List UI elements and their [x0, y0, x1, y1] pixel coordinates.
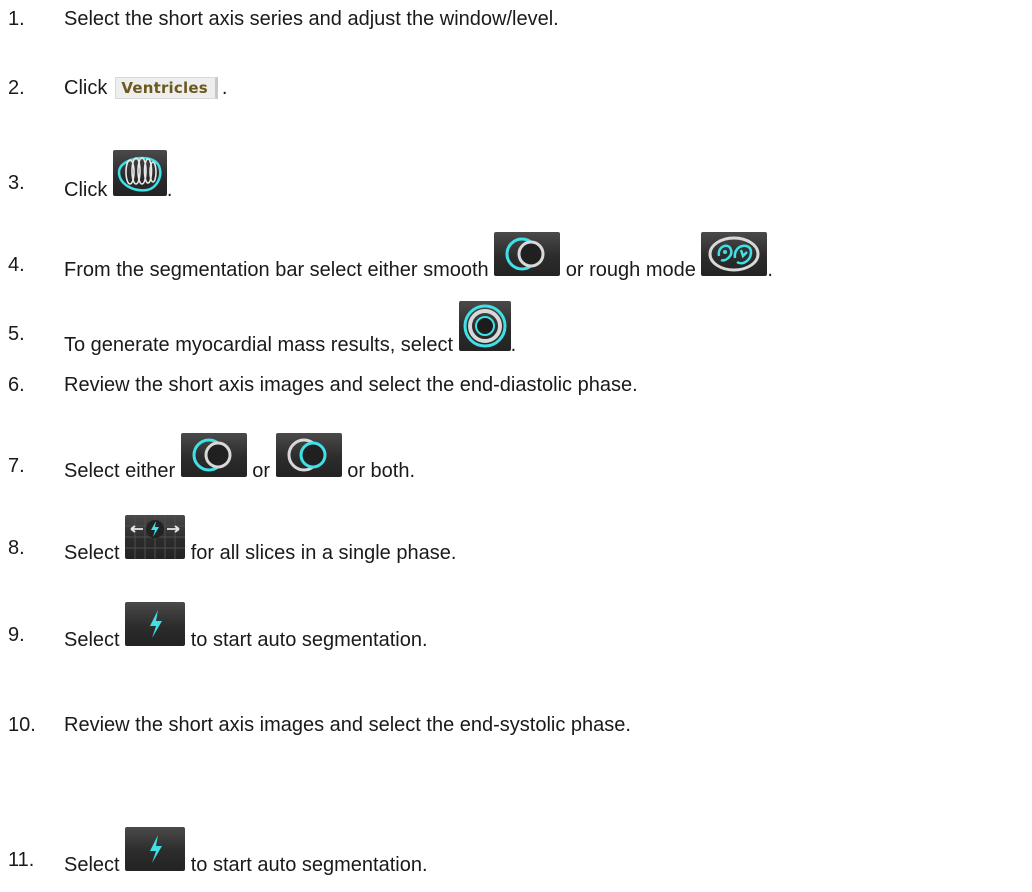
step-text: Select either	[64, 460, 176, 482]
ventricles-tab-button[interactable]: Ventricles	[115, 77, 218, 99]
step-text: From the segmentation bar select either …	[64, 259, 489, 281]
step-number: 9.	[8, 624, 25, 646]
lv-stack-icon[interactable]	[112, 150, 167, 196]
step-text-end: .	[166, 179, 173, 201]
step-number: 7.	[8, 455, 25, 477]
step-number: 8.	[8, 537, 25, 559]
step-text: Select the short axis series and adjust …	[64, 8, 559, 30]
step-number: 1.	[8, 8, 25, 30]
step-text: Click	[64, 77, 108, 99]
step-text: Click	[64, 179, 108, 201]
step-text: Select	[64, 854, 120, 876]
step-text-middle: or rough mode	[565, 259, 696, 281]
step-text: Review the short axis images and select …	[64, 374, 638, 396]
step-text-end: .	[510, 334, 517, 356]
step-text: Review the short axis images and select …	[64, 714, 631, 736]
step-text: To generate myocardial mass results, sel…	[64, 334, 454, 356]
all-slices-single-phase-icon[interactable]	[125, 515, 186, 559]
step-number: 11.	[8, 849, 35, 871]
step-text: Select	[64, 542, 120, 564]
step-text-end: to start auto segmentation.	[190, 629, 428, 651]
step-text: Select	[64, 629, 120, 651]
rv-contour-icon[interactable]	[275, 433, 342, 477]
step-number: 4.	[8, 254, 25, 276]
myocardial-mass-icon[interactable]	[458, 301, 511, 351]
step-text-end: to start auto segmentation.	[190, 854, 428, 876]
rough-mode-icon[interactable]	[701, 232, 768, 276]
step-number: 3.	[8, 172, 25, 194]
step-text-end: .	[767, 259, 773, 281]
step-number: 10.	[8, 714, 36, 736]
smooth-mode-icon[interactable]	[494, 232, 561, 276]
step-text-end: .	[221, 77, 228, 99]
step-text-end: for all slices in a single phase.	[190, 542, 457, 564]
step-text-end: or both.	[347, 460, 416, 482]
auto-segment-icon[interactable]	[125, 827, 186, 871]
lv-contour-icon[interactable]	[180, 433, 247, 477]
step-text-middle: or	[252, 460, 271, 482]
step-number: 2.	[8, 77, 25, 99]
step-number: 6.	[8, 374, 25, 396]
auto-segment-icon[interactable]	[125, 602, 186, 646]
step-number: 5.	[8, 323, 25, 345]
